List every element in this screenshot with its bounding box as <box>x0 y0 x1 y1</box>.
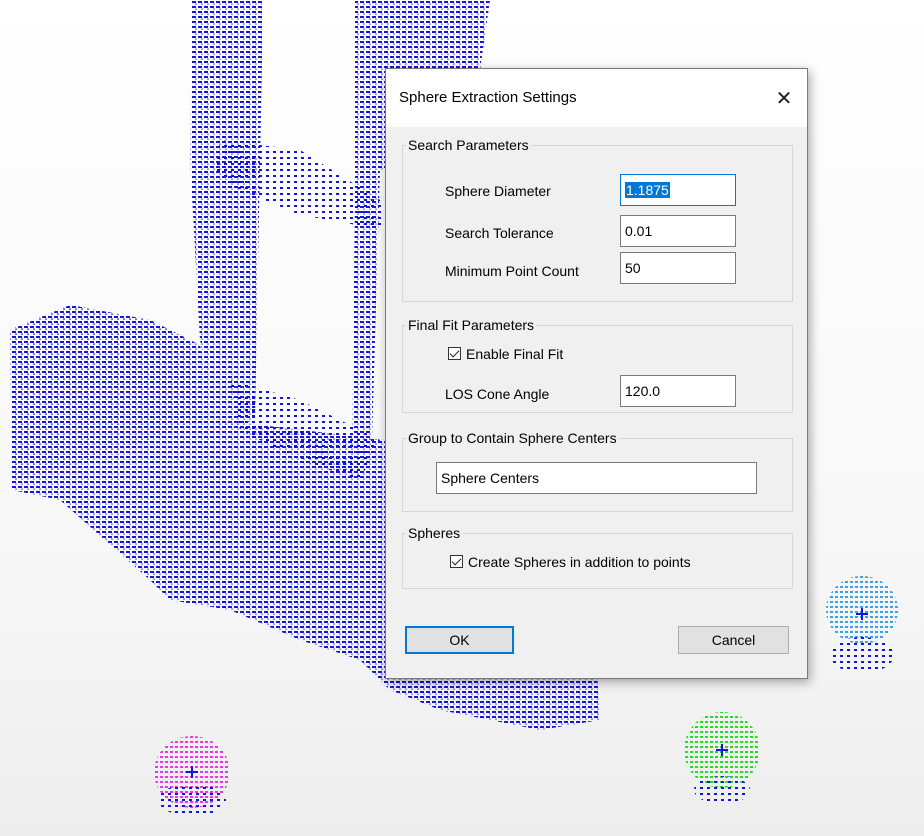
search-tolerance-label: Search Tolerance <box>445 225 554 241</box>
spheres-legend: Spheres <box>408 525 461 541</box>
enable-final-fit-label[interactable]: Enable Final Fit <box>466 346 563 362</box>
sphere-diameter-label: Sphere Diameter <box>445 183 551 199</box>
dialog-title: Sphere Extraction Settings <box>399 89 577 106</box>
sphere-centers-group-input[interactable]: Sphere Centers <box>436 462 757 494</box>
minimum-point-count-input[interactable]: 50 <box>620 252 736 284</box>
sphere-target-magenta[interactable] <box>154 736 230 816</box>
enable-final-fit-checkbox[interactable] <box>448 347 461 360</box>
close-icon[interactable]: ✕ <box>761 69 807 127</box>
sphere-diameter-input[interactable]: 1.1875 <box>620 174 736 206</box>
final-fit-parameters-legend: Final Fit Parameters <box>408 317 535 333</box>
sphere-extraction-dialog: Sphere Extraction Settings ✕ Search Para… <box>385 68 808 679</box>
search-parameters-legend: Search Parameters <box>408 137 529 153</box>
sphere-target-green[interactable] <box>684 712 760 804</box>
los-cone-angle-label: LOS Cone Angle <box>445 386 550 402</box>
create-spheres-label[interactable]: Create Spheres in addition to points <box>468 554 691 570</box>
los-cone-angle-input[interactable]: 120.0 <box>620 375 736 407</box>
search-tolerance-input[interactable]: 0.01 <box>620 215 736 247</box>
sphere-diameter-value: 1.1875 <box>625 182 670 198</box>
dialog-titlebar[interactable]: Sphere Extraction Settings ✕ <box>386 69 807 127</box>
create-spheres-checkbox[interactable] <box>450 555 463 568</box>
cancel-button[interactable]: Cancel <box>678 626 789 654</box>
minimum-point-count-label: Minimum Point Count <box>445 263 579 279</box>
sphere-target-cyan[interactable] <box>826 576 898 673</box>
ok-button[interactable]: OK <box>405 626 514 654</box>
sphere-centers-group-legend: Group to Contain Sphere Centers <box>408 430 617 446</box>
